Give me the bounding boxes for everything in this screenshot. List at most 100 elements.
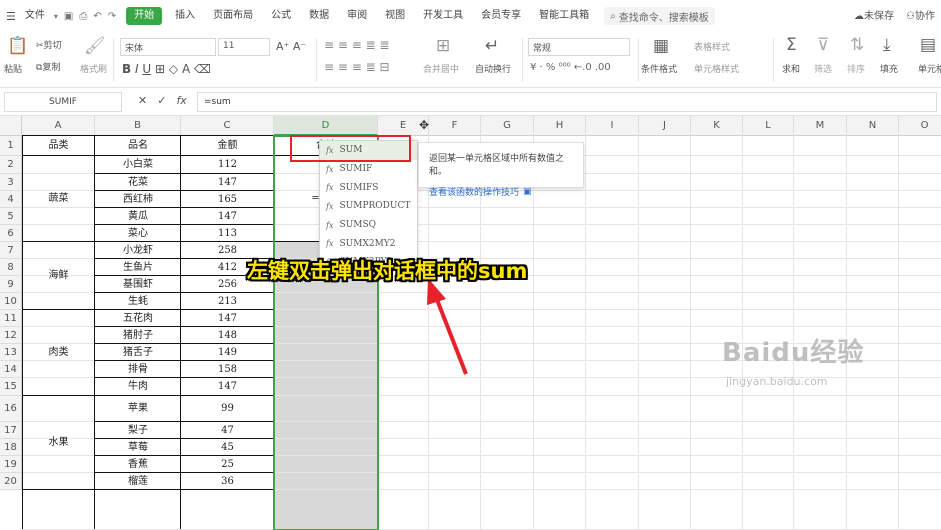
column-header-o[interactable]: O (899, 116, 941, 136)
wrap-text-button[interactable]: 自动换行 (475, 62, 511, 75)
table-header-cell[interactable]: 金额 (181, 136, 274, 156)
number-format-select[interactable]: 常规 (528, 38, 630, 56)
function-tips-link[interactable]: 查看该函数的操作技巧 ▣ (429, 185, 577, 199)
product-name-cell[interactable]: 牛肉 (95, 378, 181, 396)
product-name-cell[interactable]: 猪舌子 (95, 344, 181, 361)
column-header-i[interactable]: I (586, 116, 639, 136)
hamburger-icon[interactable]: ☰ (6, 10, 16, 23)
merge-center-button[interactable]: 合并居中 (423, 62, 459, 75)
row-header-1[interactable]: 1 (0, 136, 22, 156)
amount-cell[interactable]: 47 (181, 422, 274, 439)
select-all-corner[interactable] (0, 116, 22, 136)
product-name-cell[interactable]: 猪肘子 (95, 327, 181, 344)
cancel-icon[interactable]: ✕ (138, 94, 147, 107)
redo-icon[interactable]: ↷ (108, 11, 116, 22)
column-header-a[interactable]: A (22, 116, 95, 136)
row-header-13[interactable]: 13 (0, 344, 22, 361)
row-header-15[interactable]: 15 (0, 378, 22, 396)
tab-formulas[interactable]: 公式 (262, 7, 300, 25)
underline-icon[interactable]: U (142, 62, 151, 76)
print-icon[interactable]: ⎙ (79, 11, 87, 22)
confirm-icon[interactable]: ✓ (157, 94, 166, 107)
fill-button[interactable]: 填充 (880, 62, 898, 75)
conditional-format-icon[interactable]: ▦ (653, 36, 669, 56)
column-header-l[interactable]: L (743, 116, 794, 136)
amount-cell[interactable]: 147 (181, 208, 274, 225)
tab-view[interactable]: 视图 (376, 7, 414, 25)
row-header-9[interactable]: 9 (0, 276, 22, 293)
number-format-icons[interactable]: ¥ · % ⁰⁰⁰ ←.0 .00 (530, 62, 611, 73)
cell-style-button[interactable]: 单元格样式 (694, 62, 739, 75)
border-icon[interactable]: ⊞ (155, 62, 165, 76)
unsaved-status[interactable]: ☁未保存 (854, 7, 894, 22)
fill-icon[interactable]: ⤓ (883, 35, 891, 55)
amount-cell[interactable]: 147 (181, 174, 274, 191)
amount-cell[interactable]: 213 (181, 293, 274, 310)
row-header-5[interactable]: 5 (0, 208, 22, 225)
product-name-cell[interactable]: 榴莲 (95, 473, 181, 490)
product-name-cell[interactable]: 排骨 (95, 361, 181, 378)
tab-smart-toolbox[interactable]: 智能工具箱 (530, 7, 598, 25)
product-name-cell[interactable]: 草莓 (95, 439, 181, 456)
column-header-c[interactable]: C (181, 116, 274, 136)
product-name-cell[interactable]: 五花肉 (95, 310, 181, 327)
column-header-d[interactable]: D (274, 116, 378, 136)
column-header-g[interactable]: G (481, 116, 534, 136)
product-name-cell[interactable]: 生鱼片 (95, 259, 181, 276)
category-cell[interactable]: 蔬菜 (22, 156, 95, 242)
tab-developer[interactable]: 开发工具 (414, 7, 472, 25)
row-header-8[interactable]: 8 (0, 259, 22, 276)
column-header-f[interactable]: F (429, 116, 481, 136)
row-header-18[interactable]: 18 (0, 439, 22, 456)
align-top-icons[interactable]: ≡ ≡ ≡ ≣ ≣ (324, 38, 390, 52)
merge-center-icon[interactable]: ⊞ (436, 36, 450, 56)
cut-button[interactable]: ✂剪切 (36, 38, 62, 51)
amount-cell[interactable]: 25 (181, 456, 274, 473)
amount-cell[interactable]: 158 (181, 361, 274, 378)
paste-icon[interactable]: 📋 (7, 36, 28, 56)
suggestion-item[interactable]: fx SUMPRODUCT (320, 197, 417, 216)
filter-button[interactable]: 筛选 (814, 62, 832, 75)
insert-function-icon[interactable]: fx (176, 94, 186, 107)
suggestion-item[interactable]: fx SUMIFS (320, 178, 417, 197)
amount-cell[interactable]: 113 (181, 225, 274, 242)
category-cell[interactable]: 水果 (22, 396, 95, 490)
row-header-3[interactable]: 3 (0, 174, 22, 191)
row-header-12[interactable]: 12 (0, 327, 22, 344)
column-header-j[interactable]: J (639, 116, 691, 136)
row-header-17[interactable]: 17 (0, 422, 22, 439)
amount-cell[interactable]: 148 (181, 327, 274, 344)
fill-color-icon[interactable]: ◇ (169, 62, 178, 76)
table-style-button[interactable]: 表格样式 (694, 40, 730, 53)
font-grow-icon[interactable]: A⁺ A⁻ (276, 40, 306, 53)
amount-cell[interactable]: 36 (181, 473, 274, 490)
product-name-cell[interactable]: 黄瓜 (95, 208, 181, 225)
conditional-format-button[interactable]: 条件格式 (641, 62, 677, 75)
row-header-10[interactable]: 10 (0, 293, 22, 310)
product-name-cell[interactable]: 生蚝 (95, 293, 181, 310)
row-header-2[interactable]: 2 (0, 156, 22, 174)
product-name-cell[interactable]: 苹果 (95, 396, 181, 422)
column-header-m[interactable]: M (794, 116, 847, 136)
file-menu[interactable]: 文件 (16, 7, 54, 25)
row-header-20[interactable]: 20 (0, 473, 22, 490)
italic-icon[interactable]: I (135, 62, 139, 76)
format-painter-button[interactable]: 格式刷 (80, 62, 107, 75)
copy-button[interactable]: ⧉复制 (36, 60, 60, 73)
product-name-cell[interactable]: 西红柿 (95, 191, 181, 208)
font-color-icon[interactable]: A (182, 62, 190, 76)
paste-button[interactable]: 粘贴 (4, 62, 22, 75)
align-horizontal-icons[interactable]: ≡ ≡ ≡ ≣ ⊟ (324, 60, 390, 74)
sort-button[interactable]: 排序 (847, 62, 865, 75)
suggestion-item[interactable]: fx SUMIF (320, 160, 417, 179)
name-box[interactable]: SUMIF (4, 92, 122, 112)
wrap-text-icon[interactable]: ↵ (485, 36, 499, 56)
bold-icon[interactable]: B (122, 62, 131, 76)
collab-button[interactable]: ⚇协作 (906, 7, 935, 22)
product-name-cell[interactable]: 小龙虾 (95, 242, 181, 259)
column-header-h[interactable]: H (534, 116, 586, 136)
product-name-cell[interactable]: 基围虾 (95, 276, 181, 293)
category-cell[interactable]: 肉类 (22, 310, 95, 396)
chevron-down-icon[interactable]: ▾ (54, 12, 58, 21)
column-header-n[interactable]: N (847, 116, 899, 136)
